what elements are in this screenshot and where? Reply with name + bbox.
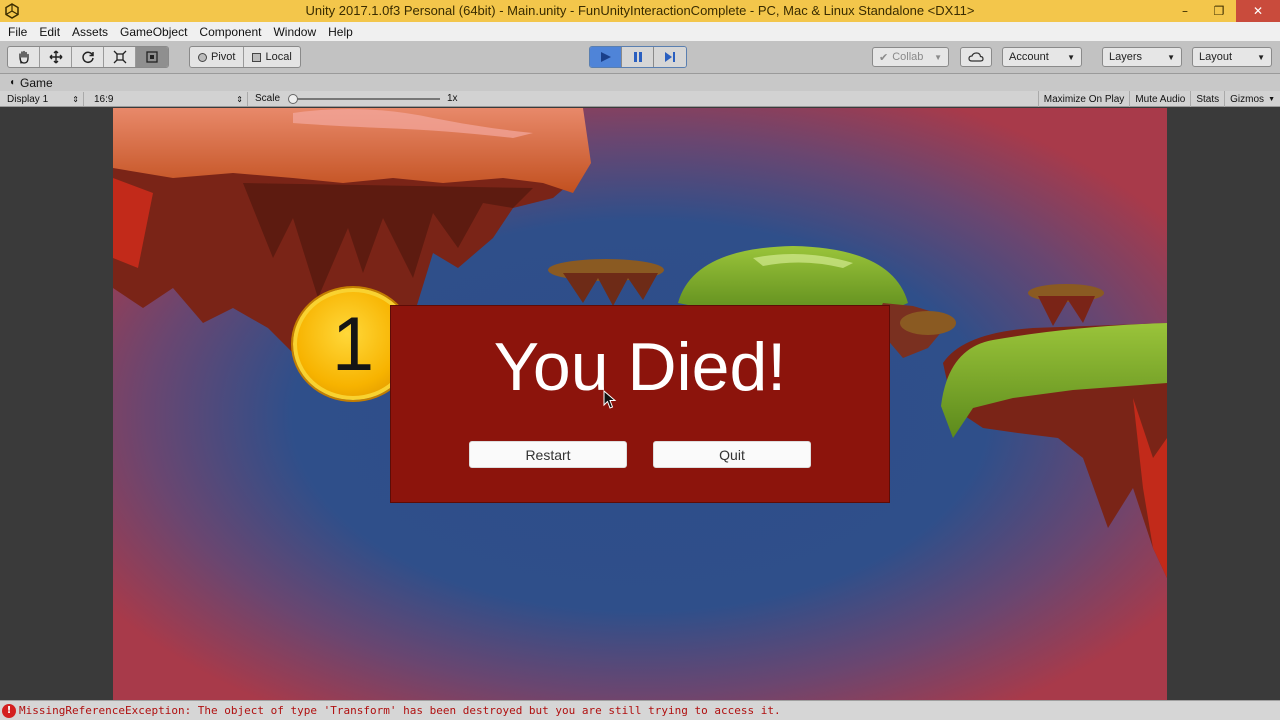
pivot-icon	[198, 52, 207, 62]
scale-label: Scale	[255, 93, 281, 104]
hand-tool-button[interactable]	[8, 47, 40, 67]
layers-dropdown[interactable]: Layers ▼	[1102, 47, 1182, 67]
game-tab-bar: ◖ Game	[0, 74, 1280, 91]
error-icon: !	[2, 703, 16, 718]
chevron-updown-icon: ⇕	[72, 94, 79, 104]
local-button[interactable]: Local	[244, 47, 299, 67]
menu-gameobject[interactable]: GameObject	[114, 25, 193, 39]
scale-icon	[113, 50, 126, 64]
window-controls: – ❐ ✕	[1168, 0, 1280, 22]
game-viewport: 1 You Died! Restart Quit	[0, 108, 1280, 700]
move-tool-button[interactable]	[40, 47, 72, 67]
window-title: Unity 2017.1.0f3 Personal (64bit) - Main…	[305, 3, 975, 18]
chevron-down-icon: ▼	[934, 52, 942, 62]
mouse-cursor-icon	[603, 390, 617, 409]
menu-component[interactable]: Component	[193, 25, 267, 39]
display-dropdown[interactable]: Display 1 ⇕	[3, 92, 84, 106]
game-screen[interactable]: 1 You Died! Restart Quit	[113, 108, 1167, 700]
cloud-button[interactable]	[960, 47, 992, 67]
layout-label: Layout	[1199, 51, 1233, 63]
menu-help[interactable]: Help	[322, 25, 359, 39]
display-label: Display 1	[7, 93, 49, 105]
status-message: MissingReferenceException: The object of…	[19, 704, 781, 717]
scale-tool-button[interactable]	[104, 47, 136, 67]
pause-icon	[633, 52, 642, 62]
chevron-down-icon: ▼	[1257, 52, 1265, 62]
scale-value: 1x	[447, 93, 458, 104]
gizmos-dropdown[interactable]: Gizmos ▼	[1224, 91, 1280, 107]
rect-transform-icon	[146, 51, 158, 63]
maximize-on-play-toggle[interactable]: Maximize On Play	[1037, 91, 1130, 107]
menu-file[interactable]: File	[2, 25, 33, 39]
pivot-toggle-group: Pivot Local	[189, 46, 301, 68]
collab-label: Collab	[892, 51, 924, 63]
aspect-label: 16:9	[94, 93, 114, 105]
scale-slider-thumb[interactable]	[288, 94, 298, 104]
close-button[interactable]: ✕	[1236, 0, 1280, 22]
chevron-updown-icon: ⇕	[236, 94, 243, 104]
cloud-icon	[968, 52, 984, 62]
game-view-toolbar: Display 1 ⇕ 16:9 ⇕ Scale 1x Maximize On …	[0, 91, 1280, 107]
pause-button[interactable]	[622, 47, 654, 67]
menu-window[interactable]: Window	[267, 25, 322, 39]
collab-dropdown[interactable]: ✔ Collab ▼	[872, 47, 949, 67]
step-icon	[665, 52, 675, 62]
mute-audio-toggle[interactable]: Mute Audio	[1129, 91, 1190, 107]
pivot-button[interactable]: Pivot	[190, 47, 245, 67]
menu-bar: File Edit Assets GameObject Component Wi…	[0, 22, 1280, 41]
local-icon	[252, 52, 262, 62]
hand-icon	[18, 50, 29, 64]
title-bar: Unity 2017.1.0f3 Personal (64bit) - Main…	[0, 0, 1280, 22]
step-button[interactable]	[654, 47, 686, 67]
menu-assets[interactable]: Assets	[66, 25, 114, 39]
chevron-down-icon: ▼	[1268, 95, 1275, 103]
pivot-label: Pivot	[211, 51, 236, 63]
layers-label: Layers	[1109, 51, 1143, 63]
tab-game[interactable]: ◖ Game	[3, 74, 59, 91]
rotate-icon	[81, 51, 94, 64]
menu-edit[interactable]: Edit	[33, 25, 66, 39]
layout-dropdown[interactable]: Layout ▼	[1192, 47, 1272, 67]
maximize-button[interactable]: ❐	[1202, 0, 1236, 22]
play-button[interactable]	[590, 47, 622, 67]
transform-tools	[7, 46, 169, 68]
game-tab-icon: ◖	[9, 77, 16, 88]
tab-game-label: Game	[20, 75, 53, 90]
rotate-tool-button[interactable]	[72, 47, 104, 67]
console-status-bar[interactable]: ! MissingReferenceException: The object …	[0, 700, 1280, 720]
chevron-down-icon: ▼	[1067, 52, 1075, 62]
aspect-dropdown[interactable]: 16:9 ⇕	[90, 92, 248, 106]
move-icon	[49, 50, 62, 64]
local-label: Local	[265, 51, 292, 63]
rect-tool-button[interactable]	[136, 47, 168, 67]
restart-button[interactable]: Restart	[469, 441, 627, 468]
gizmos-label: Gizmos	[1230, 93, 1265, 105]
game-view-toggles: Maximize On Play Mute Audio Stats Gizmos…	[1037, 91, 1280, 107]
stats-toggle[interactable]: Stats	[1190, 91, 1224, 107]
you-died-heading: You Died!	[493, 329, 787, 405]
main-toolbar: Pivot Local ✔ Collab ▼ Account ▼ Layers …	[0, 41, 1280, 74]
minimize-button[interactable]: –	[1168, 0, 1202, 22]
chevron-down-icon: ▼	[1167, 52, 1175, 62]
playback-controls	[589, 46, 687, 68]
account-dropdown[interactable]: Account ▼	[1002, 47, 1082, 67]
check-icon: ✔	[879, 51, 889, 64]
play-icon	[600, 52, 611, 62]
quit-button[interactable]: Quit	[653, 441, 811, 468]
account-label: Account	[1009, 51, 1049, 63]
game-over-panel: You Died! Restart Quit	[390, 305, 890, 503]
scale-slider-track[interactable]	[292, 98, 440, 100]
